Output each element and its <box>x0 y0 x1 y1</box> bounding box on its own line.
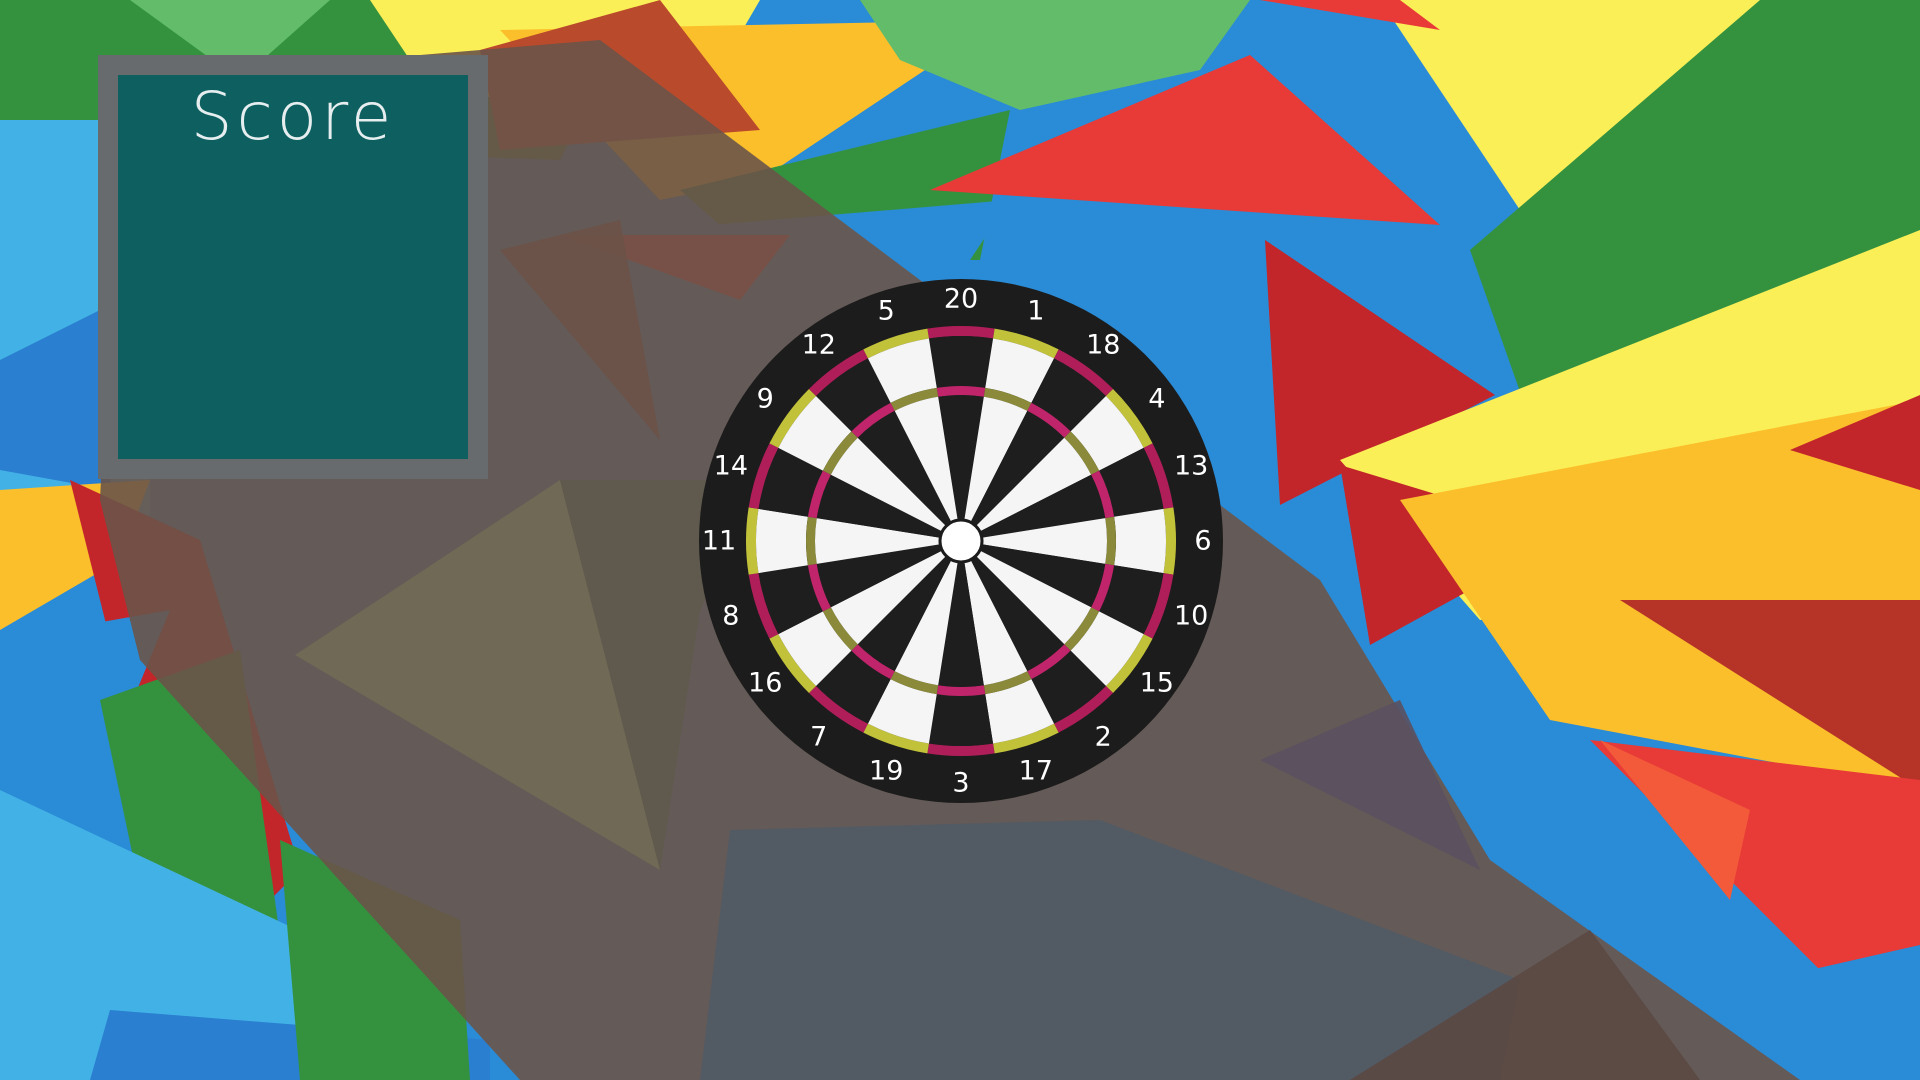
outer-single-segment-20[interactable] <box>928 336 994 388</box>
score-title: Score <box>190 78 396 155</box>
dartboard-number-9: 9 <box>757 383 774 414</box>
dartboard-number-13: 13 <box>1174 451 1208 482</box>
dartboard-number-1: 1 <box>1027 295 1044 326</box>
dartboard-number-18: 18 <box>1086 330 1120 361</box>
dartboard-number-14: 14 <box>714 451 748 482</box>
dartboard-number-12: 12 <box>802 330 836 361</box>
dartboard-number-5: 5 <box>878 295 895 326</box>
dartboard-number-17: 17 <box>1019 756 1053 787</box>
dartboard-number-8: 8 <box>722 600 739 631</box>
dartboard-number-4: 4 <box>1148 383 1165 414</box>
score-board: Score <box>118 75 468 459</box>
outer-single-segment-11[interactable] <box>756 508 808 574</box>
dartboard-number-19: 19 <box>869 756 903 787</box>
dartboard-number-6: 6 <box>1194 526 1211 557</box>
dartboard-number-20: 20 <box>944 284 978 315</box>
dartboard[interactable]: 20 1 18 4 13 6 10 15 2 17 3 19 7 16 8 11 14 9 12 5 <box>696 276 1226 806</box>
outer-single-segment-3[interactable] <box>928 694 994 746</box>
dartboard-number-16: 16 <box>748 668 782 699</box>
dartboard-number-3: 3 <box>952 768 969 799</box>
game-stage: Score 20 1 18 4 13 6 10 15 2 17 3 19 7 16 8 11 14 9 12 5 <box>0 0 1920 1080</box>
dartboard-number-11: 11 <box>702 526 736 557</box>
dartboard-number-10: 10 <box>1174 600 1208 631</box>
outer-single-segment-6[interactable] <box>1114 508 1166 574</box>
dartboard-number-15: 15 <box>1140 668 1174 699</box>
score-panel: Score <box>98 55 488 479</box>
dartboard-number-2: 2 <box>1095 721 1112 752</box>
dartboard-number-7: 7 <box>810 721 827 752</box>
dartboard-segments[interactable] <box>746 326 1176 756</box>
bullseye[interactable] <box>938 518 984 564</box>
